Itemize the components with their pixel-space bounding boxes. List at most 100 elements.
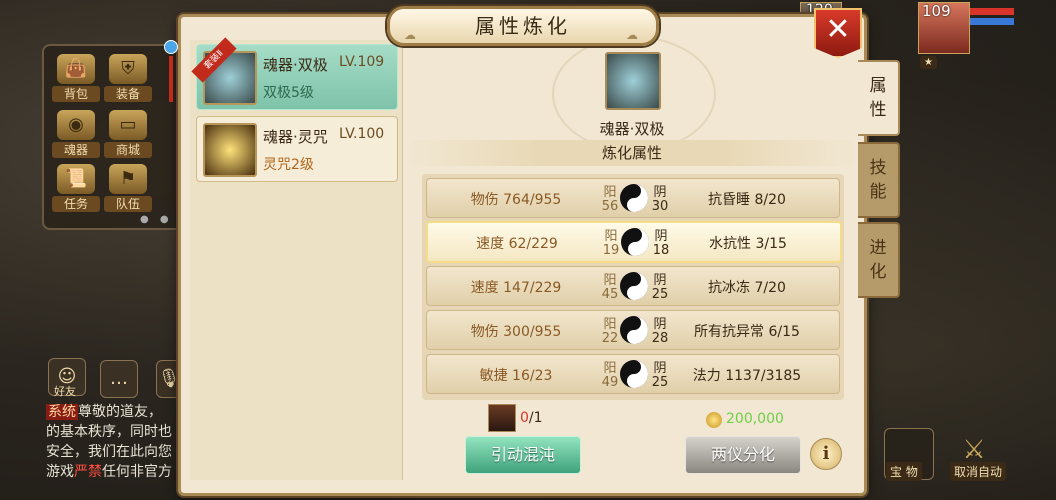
page-dots: ● ● <box>140 214 173 225</box>
row-right-attr: 法力 1137/3185 <box>692 368 802 384</box>
orb-icon: ◉ <box>57 110 95 140</box>
menu-soul-label: 魂器 <box>52 142 100 158</box>
tab-skills-char-2: 能 <box>869 182 887 202</box>
cloud-ornament-icon: ☁ <box>404 28 420 42</box>
coin-icon <box>706 412 722 428</box>
row-right-attr: 抗冰冻 7/20 <box>708 280 786 296</box>
menu-team-button[interactable]: ⚑ 队伍 <box>104 164 152 214</box>
close-button[interactable]: ✕ <box>814 8 862 58</box>
item-name: 魂器·灵咒 <box>263 128 328 146</box>
yang-label: 阳 <box>603 273 617 288</box>
menu-team-label: 队伍 <box>104 196 152 212</box>
soul-lingzhou-icon <box>203 123 257 177</box>
yin-value: 25 <box>651 287 669 302</box>
material-icon[interactable] <box>488 404 516 432</box>
yang-value: 56 <box>601 199 619 214</box>
tab-skills[interactable]: 技 能 <box>858 142 900 218</box>
yang-label: 阳 <box>603 317 617 332</box>
attribute-row[interactable]: 速度 147/229 阳 45 阴 25 抗冰冻 7/20 <box>426 266 840 306</box>
tab-attributes[interactable]: 属 性 <box>858 60 900 136</box>
material-have: 0 <box>520 410 529 426</box>
menu-quest-button[interactable]: 📜 任务 <box>52 164 100 214</box>
row-left-attr: 物伤 764/955 <box>470 192 562 208</box>
yin-value: 25 <box>651 375 669 390</box>
yinyang-split-button[interactable]: 两仪分化 <box>685 436 801 474</box>
player-hp-bar <box>970 8 1014 15</box>
material-count: 0/1 <box>520 410 543 426</box>
yang-value: 22 <box>601 331 619 346</box>
chaos-refine-button[interactable]: 引动混沌 <box>465 436 581 474</box>
yin-label: 阴 <box>653 361 667 376</box>
chat-warning-word: 严禁 <box>74 464 102 480</box>
taiji-icon <box>621 228 649 256</box>
menu-equip-button[interactable]: ⛨ 装备 <box>104 54 152 104</box>
yin-value: 28 <box>651 331 669 346</box>
section-title: 炼化属性 <box>601 144 662 162</box>
hanging-charm-icon <box>163 40 179 120</box>
tab-evolve-char-2: 化 <box>869 262 887 282</box>
yang-value: 19 <box>602 243 620 258</box>
chat-line-4-prefix: 游戏 <box>46 464 74 480</box>
yang-label: 阳 <box>603 185 617 200</box>
yang-label: 阳 <box>604 229 618 244</box>
menu-quest-label: 任务 <box>52 196 100 212</box>
coin-amount: 200,000 <box>726 411 784 427</box>
flag-icon: ⚑ <box>109 164 147 194</box>
yang-value: 49 <box>601 375 619 390</box>
chat-bubble-icon: … <box>110 368 128 389</box>
player-mp-bar <box>970 18 1014 25</box>
menu-shop-button[interactable]: ▭ 商城 <box>104 110 152 160</box>
item-soul-lingzhou[interactable]: 魂器·灵咒 LV.100 灵咒2级 <box>196 116 398 182</box>
yin-label: 阴 <box>653 185 667 200</box>
row-right-attr: 水抗性 3/15 <box>709 236 787 252</box>
system-tag: 系统 <box>46 404 78 420</box>
row-left-attr: 物伤 300/955 <box>470 324 562 340</box>
player-status-badge: ★ <box>920 56 937 69</box>
system-chat: 系统 尊敬的道友， 的基本秩序，同时也 安全，我们在此向您 游戏严禁任何非官方 <box>46 402 186 482</box>
attribute-row[interactable]: 物伤 300/955 阳 22 阴 28 所有抗异常 6/15 <box>426 310 840 350</box>
yin-label: 阴 <box>653 273 667 288</box>
close-icon: ✕ <box>825 12 851 47</box>
row-right-attr: 所有抗异常 6/15 <box>694 324 800 340</box>
microphone-icon: 🎙 <box>157 368 181 389</box>
item-sub: 双极5级 <box>263 85 314 101</box>
menu-bag-button[interactable]: 👜 背包 <box>52 54 100 104</box>
chat-line-2: 的基本秩序，同时也 <box>46 424 172 440</box>
row-left-attr: 速度 147/229 <box>470 280 562 296</box>
taiji-icon <box>620 360 648 388</box>
treasure-label: 宝 物 <box>886 462 922 481</box>
yin-value: 18 <box>652 243 670 258</box>
bag-icon: 👜 <box>57 54 95 84</box>
cloud-ornament-icon: ☁ <box>626 28 642 42</box>
yin-value: 30 <box>651 199 669 214</box>
item-level: LV.109 <box>339 54 385 70</box>
taiji-icon <box>620 184 648 212</box>
item-name: 魂器·双极 <box>263 56 328 74</box>
tab-skills-char-1: 技 <box>869 158 887 178</box>
item-sub: 灵咒2级 <box>263 157 314 173</box>
dialog-title: 属性炼化 <box>475 14 571 38</box>
scroll-icon: 📜 <box>57 164 95 194</box>
attribute-row[interactable]: 物伤 764/955 阳 56 阴 30 抗昏睡 8/20 <box>426 178 840 218</box>
menu-soul-button[interactable]: ◉ 魂器 <box>52 110 100 160</box>
tab-evolve[interactable]: 进 化 <box>858 222 900 298</box>
info-icon[interactable]: i <box>810 438 842 470</box>
item-level: LV.100 <box>339 126 385 142</box>
yin-label: 阴 <box>653 317 667 332</box>
dialog-title-plate: ☁ 属性炼化 ☁ <box>387 6 659 46</box>
friend-label: 好友 <box>54 385 76 398</box>
menu-bag-label: 背包 <box>52 86 100 102</box>
attribute-row[interactable]: 速度 62/229 阳 19 阴 18 水抗性 3/15 <box>426 221 842 263</box>
chat-button[interactable]: … <box>100 360 138 398</box>
tab-attributes-char-1: 属 <box>869 76 887 96</box>
taiji-icon <box>620 316 648 344</box>
row-left-attr: 敏捷 16/23 <box>479 368 553 384</box>
yang-value: 45 <box>601 287 619 302</box>
material-need: /1 <box>528 410 543 426</box>
row-left-attr: 速度 62/229 <box>476 236 558 252</box>
auto-label: 取消自动 <box>950 462 1007 481</box>
attribute-row[interactable]: 敏捷 16/23 阳 49 阴 25 法力 1137/3185 <box>426 354 840 394</box>
menu-shop-label: 商城 <box>104 142 152 158</box>
row-right-attr: 抗昏睡 8/20 <box>708 192 786 208</box>
selected-soul-icon <box>605 52 661 110</box>
